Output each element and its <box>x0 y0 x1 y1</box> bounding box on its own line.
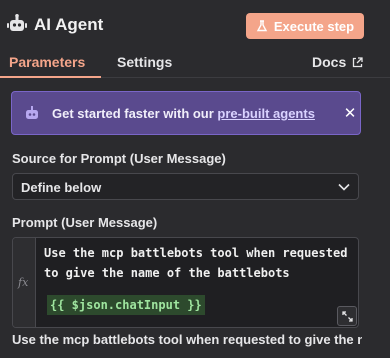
fx-icon: fx <box>18 276 29 289</box>
robot-icon <box>26 106 38 119</box>
tab-parameters[interactable]: Parameters <box>9 54 85 70</box>
prompt-editor[interactable]: fx Use the mcp battlebots tool when requ… <box>12 237 359 328</box>
expand-editor-button[interactable] <box>337 306 357 326</box>
execute-step-label: Execute step <box>273 18 355 34</box>
prompt-label: Prompt (User Message) <box>12 215 158 230</box>
banner-message: Get started faster with our pre-built ag… <box>52 106 315 121</box>
flask-icon <box>256 20 268 32</box>
tab-docs[interactable]: Docs <box>312 54 363 70</box>
expand-icon <box>342 311 353 322</box>
source-select-value: Define below <box>21 180 102 195</box>
prebuilt-agents-link[interactable]: pre-built agents <box>217 106 315 121</box>
external-link-icon <box>353 56 363 67</box>
expression-token: {{ $json.chatInput }} <box>47 295 205 315</box>
source-select[interactable]: Define below <box>12 173 359 200</box>
prompt-code[interactable]: Use the mcp battlebots tool when request… <box>44 243 348 315</box>
code-line: Use the mcp battlebots tool when request… <box>44 246 348 260</box>
tab-settings[interactable]: Settings <box>117 54 172 70</box>
close-icon[interactable]: ✕ <box>342 104 358 122</box>
prebuilt-agents-banner: Get started faster with our pre-built ag… <box>11 91 361 135</box>
docs-label: Docs <box>312 54 347 70</box>
robot-icon <box>7 14 27 31</box>
chevron-down-icon <box>338 183 350 191</box>
node-title: AI Agent <box>34 15 104 34</box>
tab-bar: Parameters Settings Docs <box>0 48 390 78</box>
expression-result-preview: Use the mcp battlebots tool when request… <box>12 332 362 347</box>
node-header: AI Agent Execute step <box>0 0 390 48</box>
source-label: Source for Prompt (User Message) <box>12 151 226 166</box>
execute-step-button[interactable]: Execute step <box>246 13 364 39</box>
code-line: to give the name of the battlebots <box>44 266 290 280</box>
expression-gutter: fx <box>13 238 36 327</box>
active-tab-indicator <box>0 76 101 78</box>
